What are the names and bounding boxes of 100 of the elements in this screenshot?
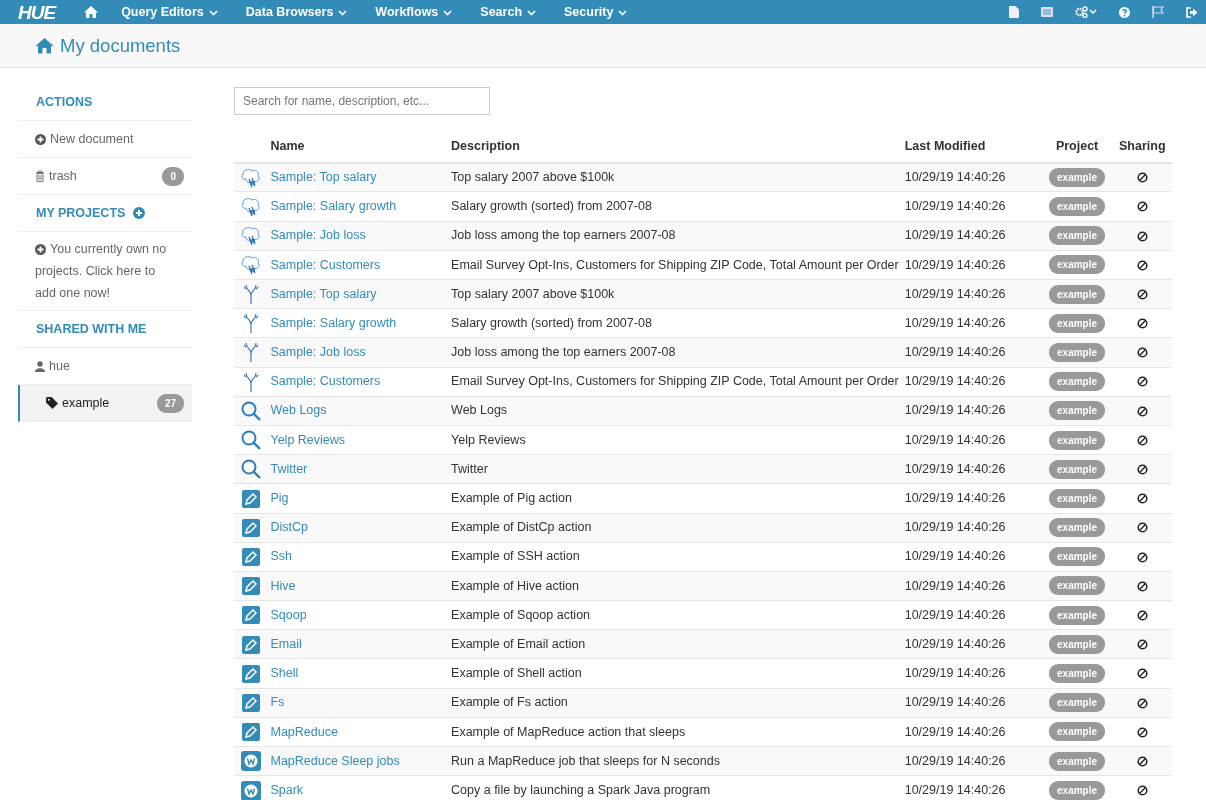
sharing-icon[interactable] [1136, 201, 1148, 213]
table-cell: Top salary 2007 above $100k [448, 279, 902, 309]
w-badge-icon [240, 751, 261, 772]
project-tag: example [1049, 459, 1106, 479]
column-header: Project [1041, 132, 1113, 163]
sharing-icon[interactable] [1136, 668, 1148, 680]
document-link[interactable]: Yelp Reviews [270, 432, 346, 447]
sharing-icon[interactable] [1136, 785, 1148, 797]
sharing-icon[interactable] [1136, 172, 1148, 184]
help-icon[interactable] [1119, 6, 1130, 18]
document-link[interactable]: Fs [270, 695, 285, 710]
menu-item[interactable]: Query Editors [121, 2, 218, 22]
section-heading: MY PROJECTS [36, 204, 126, 222]
menu-item[interactable]: Data Browsers [245, 2, 348, 22]
sharing-icon[interactable] [1136, 755, 1148, 767]
sharing-icon[interactable] [1136, 259, 1148, 271]
tag-icon [46, 397, 58, 409]
sharing-icon[interactable] [1136, 318, 1148, 330]
table-cell: Job loss among the top earners 2007-08 [448, 221, 902, 251]
pencil-badge-icon [241, 489, 260, 508]
table-cell: 10/29/19 14:40:26 [901, 775, 1042, 800]
sign-out-icon[interactable] [1186, 6, 1198, 18]
project-tag: example [1049, 197, 1106, 217]
sharing-icon[interactable] [1136, 580, 1148, 592]
document-link[interactable]: Sqoop [270, 607, 307, 622]
document-link[interactable]: Spark [270, 783, 304, 798]
document-icon[interactable] [1009, 6, 1019, 18]
add-project-icon[interactable] [133, 207, 146, 219]
project-tag: example [1049, 284, 1106, 304]
project-tag: example [1049, 226, 1106, 246]
search-icon [239, 429, 262, 452]
document-link[interactable]: Sample: Customers [270, 374, 381, 389]
sharing-icon[interactable] [1136, 288, 1148, 300]
sharing-icon[interactable] [1136, 347, 1148, 359]
menu-item[interactable]: Workflows [375, 2, 453, 22]
count-badge: 0 [162, 166, 184, 186]
table-cell: Example of Hive action [448, 571, 902, 601]
document-link[interactable]: Shell [270, 666, 299, 681]
document-link[interactable]: Pig [270, 491, 289, 506]
sharing-icon[interactable] [1136, 464, 1148, 476]
gears-icon[interactable] [1075, 6, 1097, 18]
project-tag: example [1049, 576, 1106, 596]
pencil-badge-icon [241, 548, 260, 567]
document-link[interactable]: Email [270, 636, 302, 651]
sharing-icon[interactable] [1136, 405, 1148, 417]
table-cell: 10/29/19 14:40:26 [901, 513, 1042, 543]
project-hint-link[interactable]: You currently own no projects. Click here to add one now! [18, 232, 192, 311]
document-link[interactable]: MapReduce [270, 724, 338, 739]
table-cell: Example of Fs action [448, 688, 902, 718]
document-link[interactable]: Twitter [270, 461, 308, 476]
flag-icon[interactable] [1152, 6, 1164, 18]
home-icon[interactable] [83, 5, 100, 19]
page-title-text: My documents [60, 33, 181, 58]
sidebar-item[interactable]: trash 0 [18, 158, 192, 195]
sharing-icon[interactable] [1136, 230, 1148, 242]
document-link[interactable]: DistCp [270, 520, 308, 535]
w-badge-icon [240, 780, 261, 800]
logo[interactable]: HUE [18, 2, 56, 22]
table-cell: 10/29/19 14:40:26 [901, 396, 1042, 426]
sharing-icon[interactable] [1136, 551, 1148, 563]
document-link[interactable]: Hive [270, 578, 296, 593]
menu-item[interactable]: Search [480, 2, 537, 22]
document-link[interactable]: Sample: Salary growth [270, 199, 397, 214]
project-tag: example [1049, 722, 1106, 742]
pencil-badge-icon [241, 518, 260, 537]
sidebar-item[interactable]: example 27 [18, 385, 192, 422]
sharing-icon[interactable] [1136, 522, 1148, 534]
pencil-badge-icon [241, 694, 260, 713]
table-cell: 10/29/19 14:40:26 [901, 221, 1042, 251]
project-tag: example [1049, 313, 1106, 333]
project-tag: example [1049, 401, 1106, 421]
sharing-icon[interactable] [1136, 434, 1148, 446]
sharing-icon[interactable] [1136, 376, 1148, 388]
caret-icon [527, 8, 537, 16]
pencil-badge-icon [241, 723, 260, 742]
document-link[interactable]: Web Logs [270, 403, 327, 418]
search-icon [239, 399, 262, 422]
table-cell: Run a MapReduce job that sleeps for N seconds [448, 746, 902, 776]
document-link[interactable]: Ssh [270, 549, 292, 564]
column-header: Last Modified [901, 132, 1042, 163]
section-heading: ACTIONS [36, 93, 93, 111]
plus-circle-icon [35, 244, 46, 256]
antler-icon [242, 370, 259, 393]
sharing-icon[interactable] [1136, 493, 1148, 505]
table-cell: 10/29/19 14:40:26 [901, 454, 1042, 484]
table-cell: 10/29/19 14:40:26 [901, 746, 1042, 776]
document-link[interactable]: Sample: Salary growth [270, 315, 397, 330]
menu-item[interactable]: Security [564, 2, 628, 22]
project-tag: example [1049, 372, 1106, 392]
sharing-icon[interactable] [1136, 639, 1148, 651]
sidebar-item[interactable]: New document [18, 121, 192, 158]
sharing-icon[interactable] [1136, 610, 1148, 621]
sharing-icon[interactable] [1136, 726, 1148, 738]
document-link[interactable]: Sample: Customers [270, 257, 381, 272]
search-field[interactable]: Search for name, description, etc... [234, 87, 490, 115]
table-cell: Example of DistCp action [448, 513, 902, 543]
user-icon [35, 360, 45, 372]
project-tag: example [1049, 168, 1106, 188]
sharing-icon[interactable] [1136, 697, 1148, 709]
table-cell: Copy a file by launching a Spark Java program [448, 775, 902, 800]
